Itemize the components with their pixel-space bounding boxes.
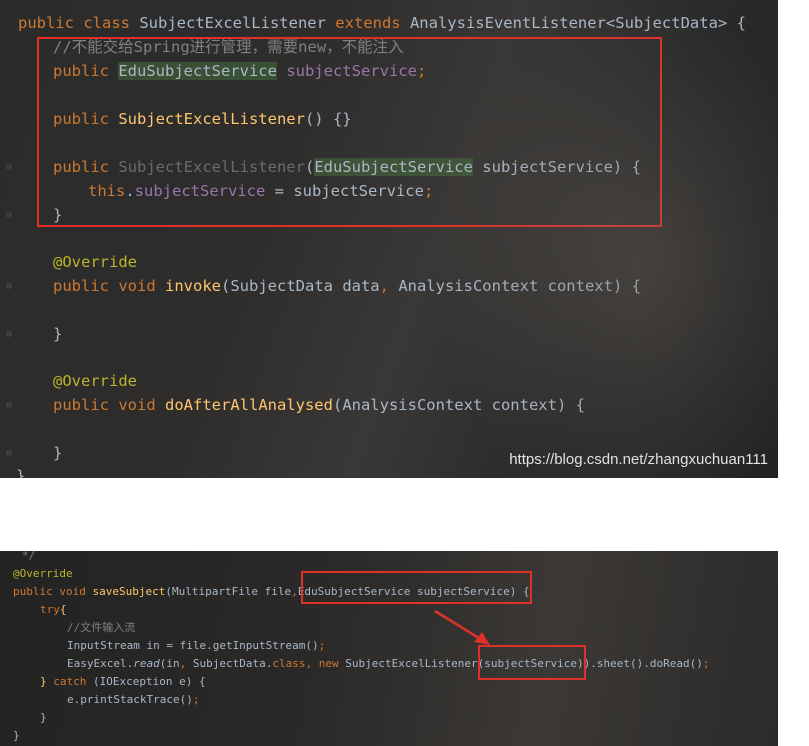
fold-icon: ⊖ [6,162,13,173]
code-token: , [305,657,319,670]
code-token: invoke [165,277,221,295]
code-line: @Override [53,371,137,391]
code-token: ; [702,657,710,670]
watermark-url: https://blog.csdn.net/zhangxuchuan111 [509,451,768,468]
code-token: @Override [53,253,137,271]
code-line: public class SubjectExcelListener extend… [18,13,746,33]
fold-icon: ⊖ [6,448,13,459]
code-token: } [40,675,54,688]
code-token: try [40,603,60,616]
code-token: public [53,277,119,295]
code-token: AnalysisContext context) { [398,277,641,295]
code-token: class [272,657,306,670]
code-editor-screenshot-1: public class SubjectExcelListener extend… [0,0,778,478]
code-token: SubjectExcelListener [139,14,336,32]
code-line: try{ [40,603,67,617]
code-line: } [13,729,20,743]
code-editor-screenshot-2: */ @Override public void saveSubject(Mul… [0,551,778,746]
fold-icon: ⊖ [6,400,13,411]
fold-icon: ⊖ [6,210,13,221]
code-token: extends [335,14,410,32]
code-token: doAfterAllAnalysed [165,396,333,414]
code-token: void [59,585,93,598]
code-line: //文件输入流 [67,621,135,635]
code-token: ; [318,639,326,652]
code-token: public [18,14,84,32]
code-line: public void invoke(SubjectData data, Ana… [53,276,641,296]
code-line: } catch (IOException e) { [40,675,206,689]
code-token: void [118,277,165,295]
code-line: InputStream in = file.getInputStream(); [67,639,325,653]
code-line: @Override [53,252,137,272]
code-token: } [40,711,47,724]
code-token: e.printStackTrace() [67,693,193,706]
arrow-icon [434,609,490,645]
code-token: { [59,603,67,616]
code-token: void [118,396,165,414]
code-token: new [318,657,346,670]
code-token: } [13,729,20,742]
code-token: read [133,657,160,670]
code-token: ; [192,693,200,706]
code-line: */ [22,551,35,563]
code-token: saveSubject [92,585,166,598]
code-token: InputStream in = file.getInputStream() [67,639,319,652]
code-token: */ [22,551,36,562]
fold-icon: ⊖ [6,281,13,292]
code-token: } [53,325,63,343]
code-token: public [13,585,60,598]
code-token: , [379,277,399,295]
code-line: } [16,466,25,478]
code-token: (IOException e) { [93,675,206,688]
highlight-box [37,37,662,227]
fold-icon: ⊖ [6,329,13,340]
code-line: } [53,443,62,463]
code-token: EasyExcel. [67,657,134,670]
code-token: (MultipartFile file [165,585,292,598]
code-line: e.printStackTrace(); [67,693,199,707]
highlight-box-parameter [301,571,532,604]
code-token: , [291,585,298,598]
code-line: @Override [13,567,73,581]
code-token: @Override [13,567,73,580]
code-line: EasyExcel.read(in, SubjectData.class, ne… [67,657,709,671]
code-token: class [83,14,140,32]
code-token: } [53,444,63,462]
code-token: (in [159,657,180,670]
code-token: (SubjectData data [221,277,380,295]
code-token: , [179,657,193,670]
code-token: (AnalysisContext context) { [332,396,585,414]
code-line: } [53,324,62,344]
code-token: public [53,396,119,414]
code-token: } [16,467,26,478]
code-token: AnalysisEventListener<SubjectData> { [409,14,746,32]
code-line: public void doAfterAllAnalysed(AnalysisC… [53,395,585,415]
code-line: } [40,711,47,725]
code-token: catch [53,675,93,688]
code-token: @Override [53,372,137,390]
code-token: SubjectData. [192,657,273,670]
code-token: //文件输入流 [67,621,136,634]
